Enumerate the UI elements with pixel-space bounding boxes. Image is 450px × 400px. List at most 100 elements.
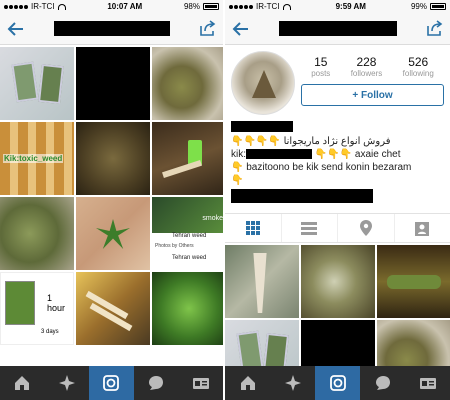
profile-stats: 15 posts 228 followers 526 following + F… [301, 51, 444, 115]
activity-bubble-icon [375, 376, 390, 390]
photo-tile[interactable]: Kik:toxic_weed [0, 122, 74, 195]
posts-count: 15 [314, 55, 328, 69]
battery-icon [203, 3, 219, 10]
followers-label: followers [350, 69, 383, 78]
tab-camera[interactable] [315, 366, 360, 400]
share-icon[interactable] [426, 20, 444, 36]
profile-card-icon [192, 378, 209, 389]
carrier: IR-TCI [31, 2, 55, 11]
photo-caption: 1 hour [47, 293, 66, 313]
photo-tile[interactable] [225, 245, 299, 318]
signal-icon [229, 4, 253, 9]
bio-line3-text: bazitoono be kik send konin bezaram [246, 162, 412, 173]
battery-percent: 98% [183, 2, 200, 11]
photo-tile[interactable] [76, 272, 150, 345]
redacted-name [231, 121, 293, 132]
photo-tile[interactable] [301, 245, 375, 318]
avatar[interactable] [231, 51, 295, 115]
status-bar: IR-TCI 10:07 AM 98% [0, 0, 223, 13]
tab-profile[interactable] [178, 366, 223, 400]
following-count: 526 [408, 55, 429, 69]
tab-explore[interactable] [45, 366, 90, 400]
activity-bubble-icon [149, 376, 164, 390]
bio-line-1: فروش انواع نژاد ماریجوانا 👇👇👇👇 [231, 135, 444, 148]
grid-view-tab[interactable] [225, 214, 282, 242]
bio-line-3: 👇 bazitoono be kik send konin bezaram [231, 161, 444, 174]
photo-caption: Tehran weed [172, 233, 207, 239]
photo-tile[interactable] [76, 122, 150, 195]
camera-icon [329, 375, 346, 391]
explore-star-icon [284, 375, 301, 391]
photo-tile[interactable] [76, 47, 150, 120]
finger-emoji-icon: 👇 [231, 175, 244, 186]
camera-icon [103, 375, 120, 391]
redacted-kik [246, 149, 312, 160]
photo-tile[interactable]: 1 hour 3 days [0, 272, 74, 345]
clock: 9:59 AM [335, 2, 366, 11]
profile-bio: فروش انواع نژاد ماریجوانا 👇👇👇👇 kik: 👇👇👇 … [225, 115, 450, 203]
back-arrow-icon[interactable] [231, 19, 251, 39]
location-pin-icon [359, 220, 372, 236]
finger-emoji-icons: 👇 [231, 162, 244, 173]
kik-prefix: kik: [231, 149, 246, 160]
profile-header: 15 posts 228 followers 526 following + F… [225, 45, 450, 115]
photo-tile[interactable] [152, 272, 223, 345]
wifi-icon [282, 3, 291, 10]
map-view-tab[interactable] [338, 214, 395, 242]
bottom-tab-bar [225, 366, 450, 400]
following-label: following [402, 69, 434, 78]
posts-label: posts [311, 69, 331, 78]
photo-tile[interactable] [377, 245, 450, 318]
bio-persian-text: فروش انواع نژاد ماریجوانا [283, 136, 391, 147]
signal-icon [4, 4, 28, 9]
photo-tile[interactable] [76, 197, 150, 270]
tab-home[interactable] [0, 366, 45, 400]
redacted-title [278, 21, 397, 36]
home-icon [240, 376, 255, 390]
share-icon[interactable] [199, 20, 217, 36]
nav-bar [225, 13, 450, 45]
nav-bar [0, 13, 223, 45]
tab-activity[interactable] [360, 366, 405, 400]
back-arrow-icon[interactable] [6, 19, 26, 39]
bio-axaie: axaie chet [354, 149, 401, 160]
photo-tile[interactable] [152, 122, 223, 195]
list-icon [301, 222, 318, 235]
tagged-person-icon [415, 222, 430, 236]
carrier: IR-TCI [256, 2, 280, 11]
photo-caption: Tehran weed [172, 255, 207, 261]
finger-emoji-icons: 👇👇👇 [314, 149, 353, 160]
photo-tile[interactable] [0, 197, 74, 270]
photo-tile[interactable] [152, 47, 223, 120]
following-stat[interactable]: 526 following [403, 55, 434, 78]
bottom-tab-bar [0, 366, 223, 400]
followers-stat[interactable]: 228 followers [351, 55, 383, 78]
photo-caption: 3 days [41, 329, 59, 335]
clock: 10:07 AM [107, 2, 143, 11]
posts-stat[interactable]: 15 posts [311, 55, 330, 78]
left-phone: IR-TCI 10:07 AM 98% Kik:toxic_weed smoke… [0, 0, 225, 400]
finger-emoji-icons: 👇👇👇👇 [231, 136, 281, 147]
photo-caption: smoke [202, 215, 223, 222]
redacted-title [53, 21, 170, 36]
photo-tile[interactable] [0, 47, 74, 120]
photo-grid: Kik:toxic_weed smoke Tehran weed Photos … [0, 45, 223, 345]
photo-caption: Photos by Others [155, 243, 194, 249]
wifi-icon [57, 3, 66, 10]
photo-tile[interactable]: smoke Tehran weed Photos by Others Tehra… [152, 197, 223, 270]
tab-profile[interactable] [405, 366, 450, 400]
grid-icon [245, 221, 260, 235]
tab-camera[interactable] [89, 366, 134, 400]
tab-activity[interactable] [134, 366, 179, 400]
battery-percent: 99% [410, 2, 427, 11]
list-view-tab[interactable] [282, 214, 338, 242]
home-icon [15, 376, 30, 390]
profile-card-icon [419, 378, 436, 389]
profile-view-tabs [225, 213, 450, 243]
tab-explore[interactable] [270, 366, 315, 400]
tab-home[interactable] [225, 366, 270, 400]
follow-button[interactable]: + Follow [301, 84, 444, 106]
bio-line-2: kik: 👇👇👇 axaie chet [231, 148, 444, 161]
status-bar: IR-TCI 9:59 AM 99% [225, 0, 450, 13]
tagged-view-tab[interactable] [395, 214, 450, 242]
